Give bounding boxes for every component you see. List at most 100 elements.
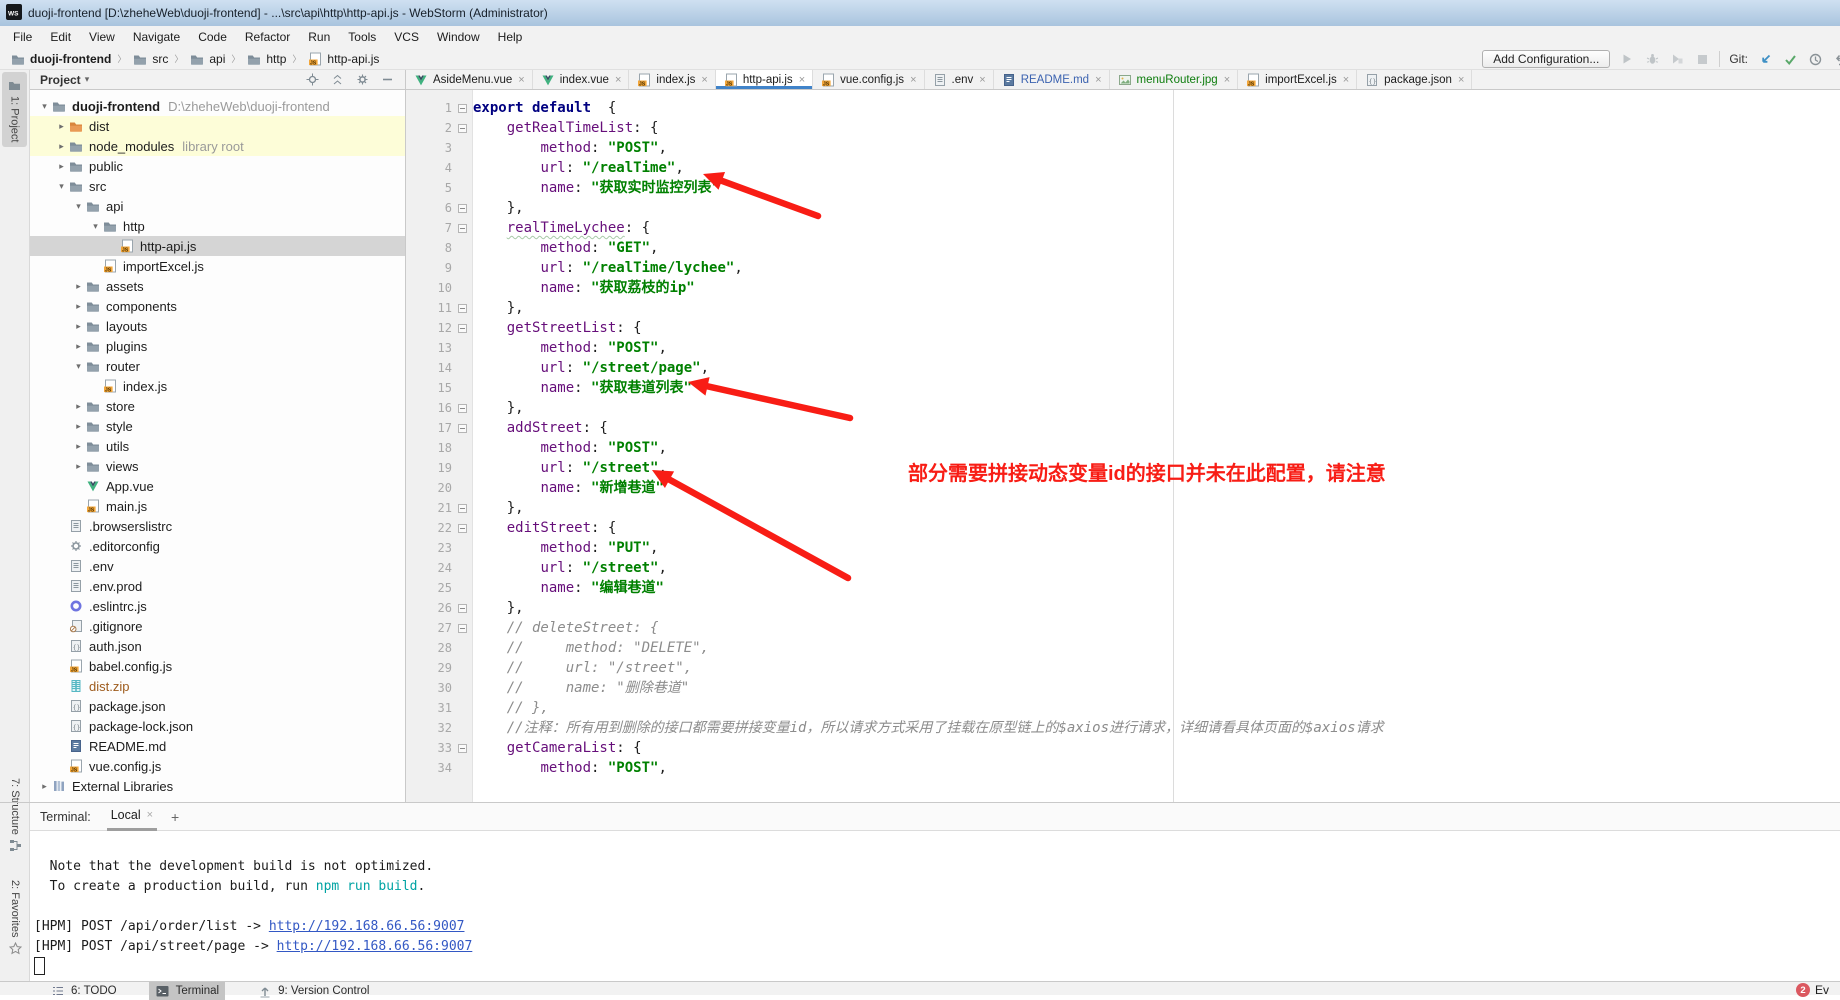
fold-marker-icon[interactable] bbox=[458, 744, 467, 753]
chevron-expanded-icon[interactable]: ▾ bbox=[55, 181, 68, 192]
tree-row-layouts[interactable]: ▸layouts bbox=[30, 316, 405, 336]
tree-row-utils[interactable]: ▸utils bbox=[30, 436, 405, 456]
stop-icon[interactable] bbox=[1694, 51, 1710, 67]
terminal-tab-local[interactable]: Local × bbox=[107, 803, 157, 831]
add-configuration-button[interactable]: Add Configuration... bbox=[1482, 50, 1610, 68]
tree-row-style[interactable]: ▸style bbox=[30, 416, 405, 436]
chevron-collapsed-icon[interactable]: ▸ bbox=[38, 781, 51, 792]
fold-marker-icon[interactable] bbox=[458, 504, 467, 513]
statusbar-6-todo[interactable]: 6: TODO bbox=[44, 982, 123, 1000]
close-icon[interactable]: × bbox=[979, 74, 985, 86]
tree-row-env-prod[interactable]: .env.prod bbox=[30, 576, 405, 596]
stripe-button-7-structure[interactable]: 7: Structure bbox=[7, 773, 23, 859]
tree-row-app-vue[interactable]: App.vue bbox=[30, 476, 405, 496]
locate-icon[interactable] bbox=[304, 72, 320, 88]
breadcrumb-item-duoji-frontend[interactable]: duoji-frontend bbox=[8, 51, 113, 67]
fold-marker-icon[interactable] bbox=[458, 424, 467, 433]
tree-row-babel-config-js[interactable]: JSbabel.config.js bbox=[30, 656, 405, 676]
tab-readme-md[interactable]: README.md× bbox=[994, 70, 1110, 89]
tree-row-duoji-frontend[interactable]: ▾duoji-frontendD:\zheheWeb\duoji-fronten… bbox=[30, 96, 405, 116]
menu-navigate[interactable]: Navigate bbox=[124, 28, 189, 46]
tree-row-components[interactable]: ▸components bbox=[30, 296, 405, 316]
tree-row-assets[interactable]: ▸assets bbox=[30, 276, 405, 296]
fold-marker-icon[interactable] bbox=[458, 124, 467, 133]
project-panel-title[interactable]: Project bbox=[30, 73, 81, 87]
terminal-link[interactable]: http://192.168.66.56:9007 bbox=[269, 919, 465, 934]
tree-row-auth-json[interactable]: {}auth.json bbox=[30, 636, 405, 656]
tree-row-importexcel-js[interactable]: JSimportExcel.js bbox=[30, 256, 405, 276]
tab-http-api-js[interactable]: JShttp-api.js× bbox=[716, 70, 813, 89]
stripe-button-1-project[interactable]: 1: Project bbox=[2, 72, 27, 147]
chevron-collapsed-icon[interactable]: ▸ bbox=[72, 401, 85, 412]
chevron-collapsed-icon[interactable]: ▸ bbox=[72, 421, 85, 432]
chevron-collapsed-icon[interactable]: ▸ bbox=[55, 161, 68, 172]
chevron-collapsed-icon[interactable]: ▸ bbox=[72, 301, 85, 312]
tab-package-json[interactable]: {}package.json× bbox=[1357, 70, 1472, 89]
chevron-collapsed-icon[interactable]: ▸ bbox=[72, 281, 85, 292]
tree-row-main-js[interactable]: JSmain.js bbox=[30, 496, 405, 516]
chevron-expanded-icon[interactable]: ▾ bbox=[72, 361, 85, 372]
tree-row-browserslistrc[interactable]: .browserslistrc bbox=[30, 516, 405, 536]
menu-view[interactable]: View bbox=[80, 28, 124, 46]
tab-asidemenu-vue[interactable]: AsideMenu.vue× bbox=[406, 70, 533, 89]
chevron-expanded-icon[interactable]: ▾ bbox=[38, 101, 51, 112]
menu-code[interactable]: Code bbox=[189, 28, 236, 46]
tree-row-vue-config-js[interactable]: JSvue.config.js bbox=[30, 756, 405, 776]
collapse-all-icon[interactable] bbox=[329, 72, 345, 88]
tree-row-router[interactable]: ▾router bbox=[30, 356, 405, 376]
tree-row-dist[interactable]: ▸dist bbox=[30, 116, 405, 136]
tree-row-gitignore[interactable]: .gitignore bbox=[30, 616, 405, 636]
close-icon[interactable]: × bbox=[615, 74, 621, 86]
breadcrumb-item-http[interactable]: http bbox=[244, 51, 288, 67]
close-icon[interactable]: × bbox=[518, 74, 524, 86]
tree-row-http[interactable]: ▾http bbox=[30, 216, 405, 236]
fold-marker-icon[interactable] bbox=[458, 224, 467, 233]
tree-row-external-libraries[interactable]: ▸External Libraries bbox=[30, 776, 405, 796]
fold-marker-icon[interactable] bbox=[458, 324, 467, 333]
breadcrumb-item-api[interactable]: api bbox=[187, 51, 227, 67]
tab-vue-config-js[interactable]: JSvue.config.js× bbox=[813, 70, 924, 89]
statusbar-9-version-control[interactable]: 9: Version Control bbox=[251, 982, 375, 1000]
chevron-collapsed-icon[interactable]: ▸ bbox=[72, 321, 85, 332]
chevron-collapsed-icon[interactable]: ▸ bbox=[72, 341, 85, 352]
tree-row-eslintrc-js[interactable]: .eslintrc.js bbox=[30, 596, 405, 616]
menu-file[interactable]: File bbox=[4, 28, 41, 46]
close-icon[interactable]: × bbox=[1458, 74, 1464, 86]
menu-refactor[interactable]: Refactor bbox=[236, 28, 299, 46]
tree-row-store[interactable]: ▸store bbox=[30, 396, 405, 416]
tree-row-package-json[interactable]: {}package.json bbox=[30, 696, 405, 716]
close-icon[interactable]: × bbox=[701, 74, 707, 86]
hide-icon[interactable] bbox=[379, 72, 395, 88]
fold-marker-icon[interactable] bbox=[458, 604, 467, 613]
breadcrumb-item-src[interactable]: src bbox=[130, 51, 170, 67]
commit-icon[interactable] bbox=[1782, 51, 1798, 67]
breadcrumb-item-http-api-js[interactable]: JShttp-api.js bbox=[305, 51, 381, 67]
tree-row-src[interactable]: ▾src bbox=[30, 176, 405, 196]
fold-marker-icon[interactable] bbox=[458, 404, 467, 413]
tree-row-index-js[interactable]: JSindex.js bbox=[30, 376, 405, 396]
close-icon[interactable]: × bbox=[799, 74, 805, 86]
update-icon[interactable] bbox=[1757, 51, 1773, 67]
menu-tools[interactable]: Tools bbox=[339, 28, 385, 46]
close-icon[interactable]: × bbox=[1095, 74, 1101, 86]
tree-row-editorconfig[interactable]: .editorconfig bbox=[30, 536, 405, 556]
fold-marker-icon[interactable] bbox=[458, 204, 467, 213]
rollback-icon[interactable] bbox=[1832, 51, 1840, 67]
menu-window[interactable]: Window bbox=[428, 28, 489, 46]
chevron-expanded-icon[interactable]: ▾ bbox=[89, 221, 102, 232]
menu-edit[interactable]: Edit bbox=[41, 28, 80, 46]
tree-row-package-lock-json[interactable]: {}package-lock.json bbox=[30, 716, 405, 736]
tree-row-plugins[interactable]: ▸plugins bbox=[30, 336, 405, 356]
close-icon[interactable]: × bbox=[1343, 74, 1349, 86]
close-icon[interactable]: × bbox=[1224, 74, 1230, 86]
fold-marker-icon[interactable] bbox=[458, 104, 467, 113]
tree-row-views[interactable]: ▸views bbox=[30, 456, 405, 476]
tree-row-api[interactable]: ▾api bbox=[30, 196, 405, 216]
menu-vcs[interactable]: VCS bbox=[385, 28, 428, 46]
fold-marker-icon[interactable] bbox=[458, 304, 467, 313]
menu-run[interactable]: Run bbox=[299, 28, 339, 46]
close-icon[interactable]: × bbox=[910, 74, 916, 86]
debug-icon[interactable] bbox=[1644, 51, 1660, 67]
statusbar-terminal[interactable]: Terminal bbox=[149, 982, 225, 1000]
fold-marker-icon[interactable] bbox=[458, 524, 467, 533]
